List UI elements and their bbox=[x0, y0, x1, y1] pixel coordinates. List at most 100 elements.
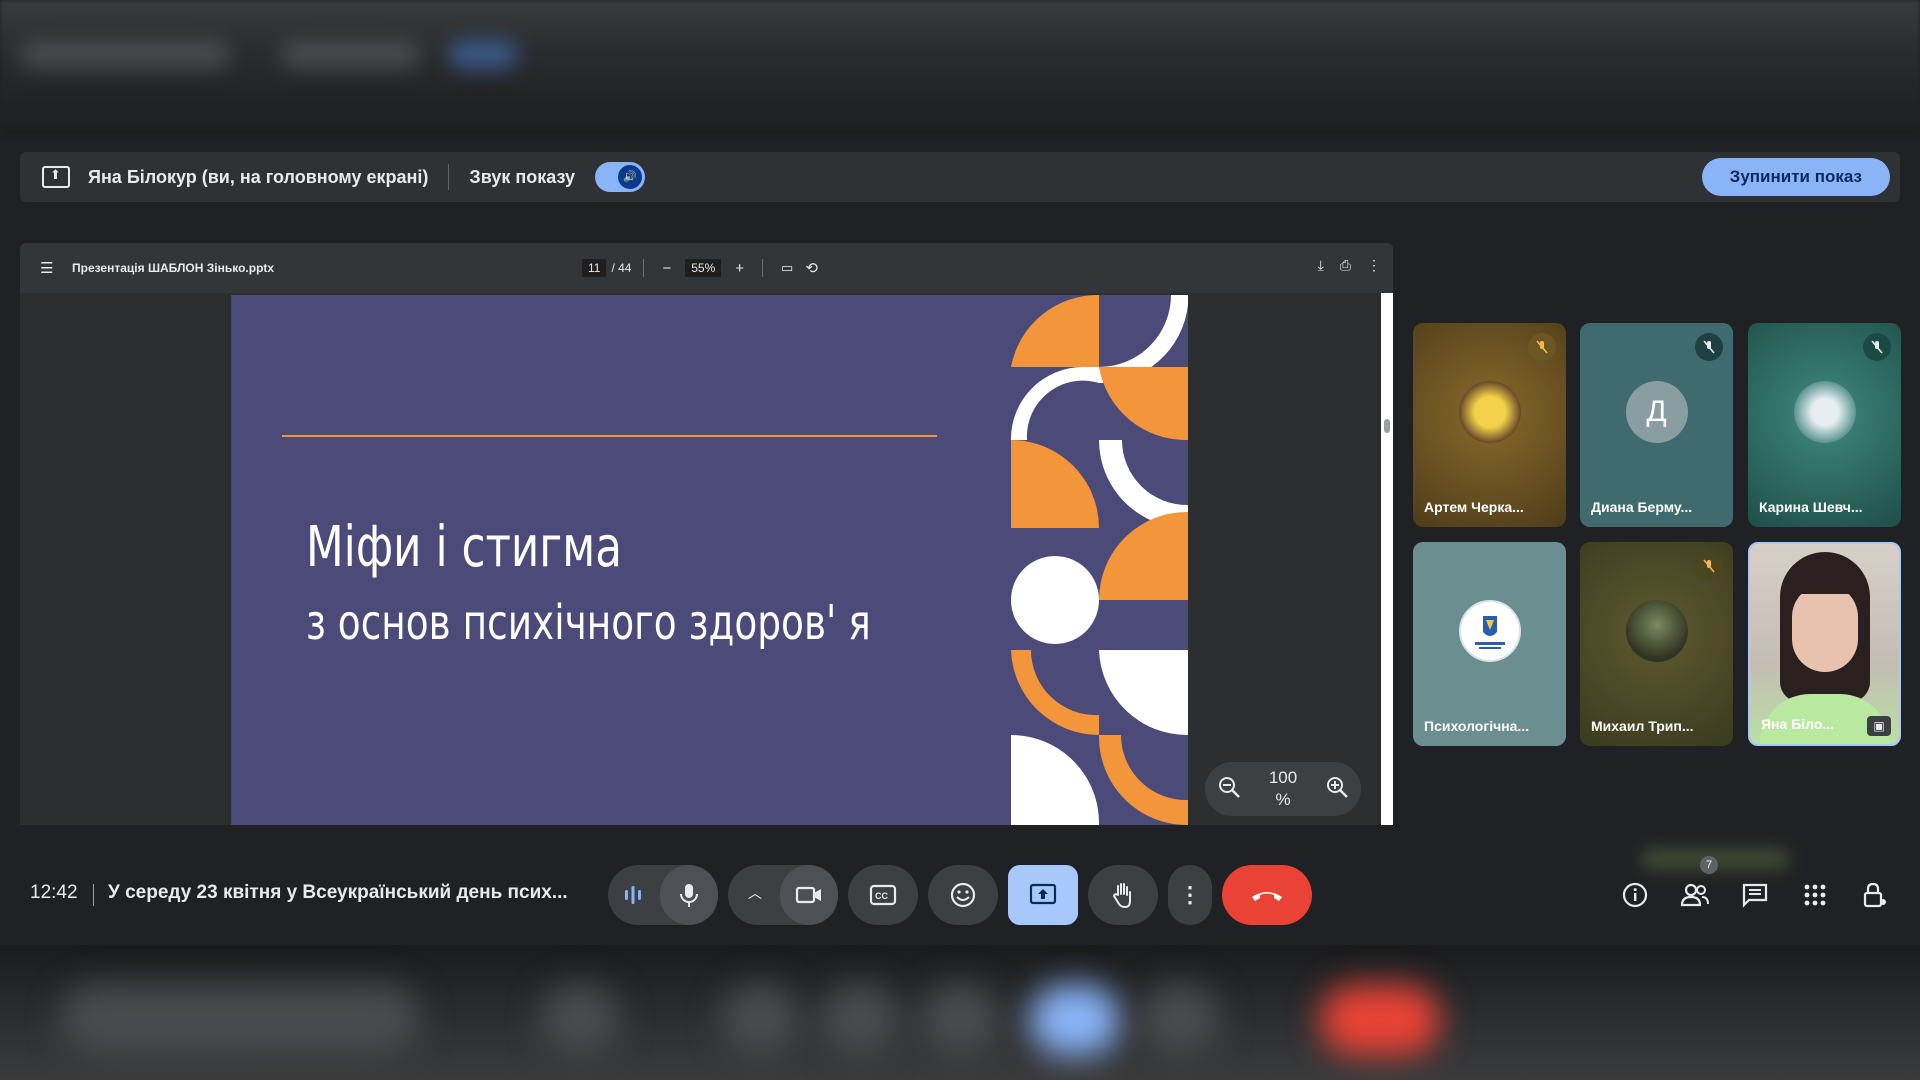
chat-button[interactable] bbox=[1740, 880, 1770, 910]
chat-icon bbox=[1742, 883, 1768, 908]
captions-button[interactable]: CC bbox=[848, 865, 918, 925]
avatar: Д bbox=[1625, 381, 1688, 443]
blurred-button bbox=[920, 985, 1000, 1055]
clock: 12:42 bbox=[30, 882, 78, 903]
decorative-pattern bbox=[1011, 295, 1188, 825]
emoji-button[interactable] bbox=[928, 865, 998, 925]
participant-tile[interactable]: Артем Черка... bbox=[1413, 323, 1566, 527]
video-person-bangs bbox=[1790, 572, 1860, 594]
participant-tile[interactable]: Михаил Трип... bbox=[1580, 542, 1733, 746]
mic-off-icon bbox=[1863, 333, 1891, 361]
menu-icon[interactable]: ☰ bbox=[40, 259, 56, 277]
more-options-button[interactable]: ⋮ bbox=[1168, 865, 1212, 925]
meeting-details-button[interactable] bbox=[1620, 880, 1650, 910]
participant-tile[interactable]: Д Диана Берму... bbox=[1580, 323, 1733, 527]
page-number-input[interactable]: 11 bbox=[582, 259, 607, 277]
download-icon[interactable]: ⤓ bbox=[1318, 257, 1324, 274]
audio-levels-icon[interactable] bbox=[622, 883, 644, 912]
present-screen-icon bbox=[42, 166, 70, 188]
people-icon bbox=[1680, 883, 1709, 907]
slide-subtitle: з основ психічного здоров' я bbox=[306, 595, 871, 651]
zoom-value: 100 % bbox=[1263, 767, 1303, 811]
viewer-toolbar: ☰ Презентація ШАБЛОН Зінько.pptx 11 / 44… bbox=[20, 243, 1393, 293]
picture-in-picture-icon[interactable]: ▣ bbox=[1867, 716, 1891, 736]
end-call-button[interactable] bbox=[1222, 865, 1312, 925]
participant-name: Психологічна... bbox=[1424, 718, 1530, 734]
participant-name: Карина Шевч... bbox=[1759, 499, 1863, 515]
participant-tile[interactable]: Психологічна... bbox=[1413, 542, 1566, 746]
rotate-icon[interactable]: ⟲ bbox=[805, 259, 818, 277]
viewer-actions: ⤓ ⎙ ⋮ bbox=[1318, 257, 1381, 274]
blurred-button bbox=[540, 985, 620, 1055]
page-controls: 11 / 44 − 55% + ▭ ⟲ bbox=[582, 256, 824, 280]
scroll-thumb[interactable] bbox=[1384, 419, 1390, 433]
participant-tile[interactable]: Карина Шевч... bbox=[1748, 323, 1901, 527]
lock-person-icon bbox=[1863, 882, 1886, 908]
blurred-button bbox=[820, 985, 900, 1055]
camera-icon bbox=[795, 886, 821, 904]
divider bbox=[93, 884, 94, 906]
video-person-face bbox=[1792, 584, 1858, 672]
svg-text:CC: CC bbox=[875, 891, 888, 901]
more-vert-icon[interactable]: ⋮ bbox=[1367, 257, 1381, 274]
blurred-text bbox=[60, 985, 420, 1055]
hand-icon bbox=[1112, 883, 1131, 909]
fit-page-icon[interactable]: ▭ bbox=[781, 260, 793, 276]
presenting-banner: Яна Білокур (ви, на головному екрані) Зв… bbox=[20, 152, 1900, 202]
share-audio-label: Звук показу bbox=[469, 166, 575, 187]
zoom-level[interactable]: 55% bbox=[685, 259, 722, 277]
zoom-in-button[interactable] bbox=[1325, 775, 1349, 804]
divider bbox=[448, 164, 450, 190]
meeting-title: У середу 23 квітня у Всеукраїнський день… bbox=[108, 882, 568, 903]
blurred-tab bbox=[20, 40, 230, 68]
blurred-button bbox=[720, 985, 800, 1055]
chevron-up-icon[interactable]: ︿ bbox=[748, 883, 762, 903]
viewer-scrollbar[interactable] bbox=[1381, 293, 1393, 825]
blurred-button bbox=[1320, 985, 1440, 1055]
zoom-out-icon[interactable]: − bbox=[662, 260, 671, 277]
blurred-button bbox=[1030, 985, 1120, 1055]
avatar bbox=[1625, 600, 1688, 662]
stop-presenting-button[interactable]: Зупинити показ bbox=[1701, 158, 1890, 196]
page-total: / 44 bbox=[611, 261, 632, 275]
emoji-icon bbox=[950, 882, 976, 908]
zoom-value-number: 100 bbox=[1268, 768, 1298, 787]
info-icon bbox=[1622, 882, 1648, 908]
zoom-out-icon bbox=[1219, 776, 1240, 798]
share-audio-toggle[interactable]: 🔊 bbox=[594, 162, 645, 192]
zoom-in-icon[interactable]: + bbox=[735, 260, 744, 277]
zoom-in-icon bbox=[1327, 776, 1348, 798]
blurred-top-area bbox=[0, 0, 1920, 135]
print-icon[interactable]: ⎙ bbox=[1340, 257, 1351, 274]
zoom-out-button[interactable] bbox=[1217, 775, 1241, 804]
microphone-icon bbox=[680, 884, 698, 907]
speaker-icon: 🔊 bbox=[617, 165, 642, 189]
captions-icon: CC bbox=[869, 884, 897, 906]
activities-button[interactable] bbox=[1800, 880, 1830, 910]
blurred-avatar bbox=[448, 40, 518, 68]
blurred-tab bbox=[280, 40, 420, 68]
camera-button[interactable] bbox=[780, 865, 838, 925]
self-video-tile[interactable]: Яна Біло... ▣ bbox=[1748, 542, 1901, 746]
present-button[interactable] bbox=[1008, 865, 1078, 925]
blurred-button bbox=[1140, 985, 1220, 1055]
present-icon bbox=[1029, 883, 1057, 905]
mic-off-icon bbox=[1695, 333, 1723, 361]
file-name: Презентація ШАБЛОН Зінько.pptx bbox=[72, 261, 275, 275]
raise-hand-button[interactable] bbox=[1088, 865, 1158, 925]
video-control-group: ︿ bbox=[728, 865, 838, 925]
meeting-controls-bar: 12:42 У середу 23 квітня у Всеукраїнськи… bbox=[0, 860, 1920, 930]
apps-grid-icon bbox=[1804, 884, 1826, 906]
zoom-overlay: 100 % bbox=[1205, 762, 1361, 816]
host-controls-button[interactable] bbox=[1860, 880, 1890, 910]
zoom-value-unit: % bbox=[1275, 790, 1291, 809]
avatar bbox=[1793, 381, 1856, 443]
people-button[interactable] bbox=[1680, 880, 1710, 910]
participant-count-badge: 7 bbox=[1700, 856, 1718, 874]
divider bbox=[643, 259, 645, 277]
avatar bbox=[1458, 381, 1521, 443]
presenter-label: Яна Білокур (ви, на головному екрані) bbox=[88, 166, 429, 187]
slide-accent-line bbox=[282, 435, 937, 437]
microphone-button[interactable] bbox=[660, 865, 718, 925]
participant-name: Михаил Трип... bbox=[1591, 718, 1694, 734]
